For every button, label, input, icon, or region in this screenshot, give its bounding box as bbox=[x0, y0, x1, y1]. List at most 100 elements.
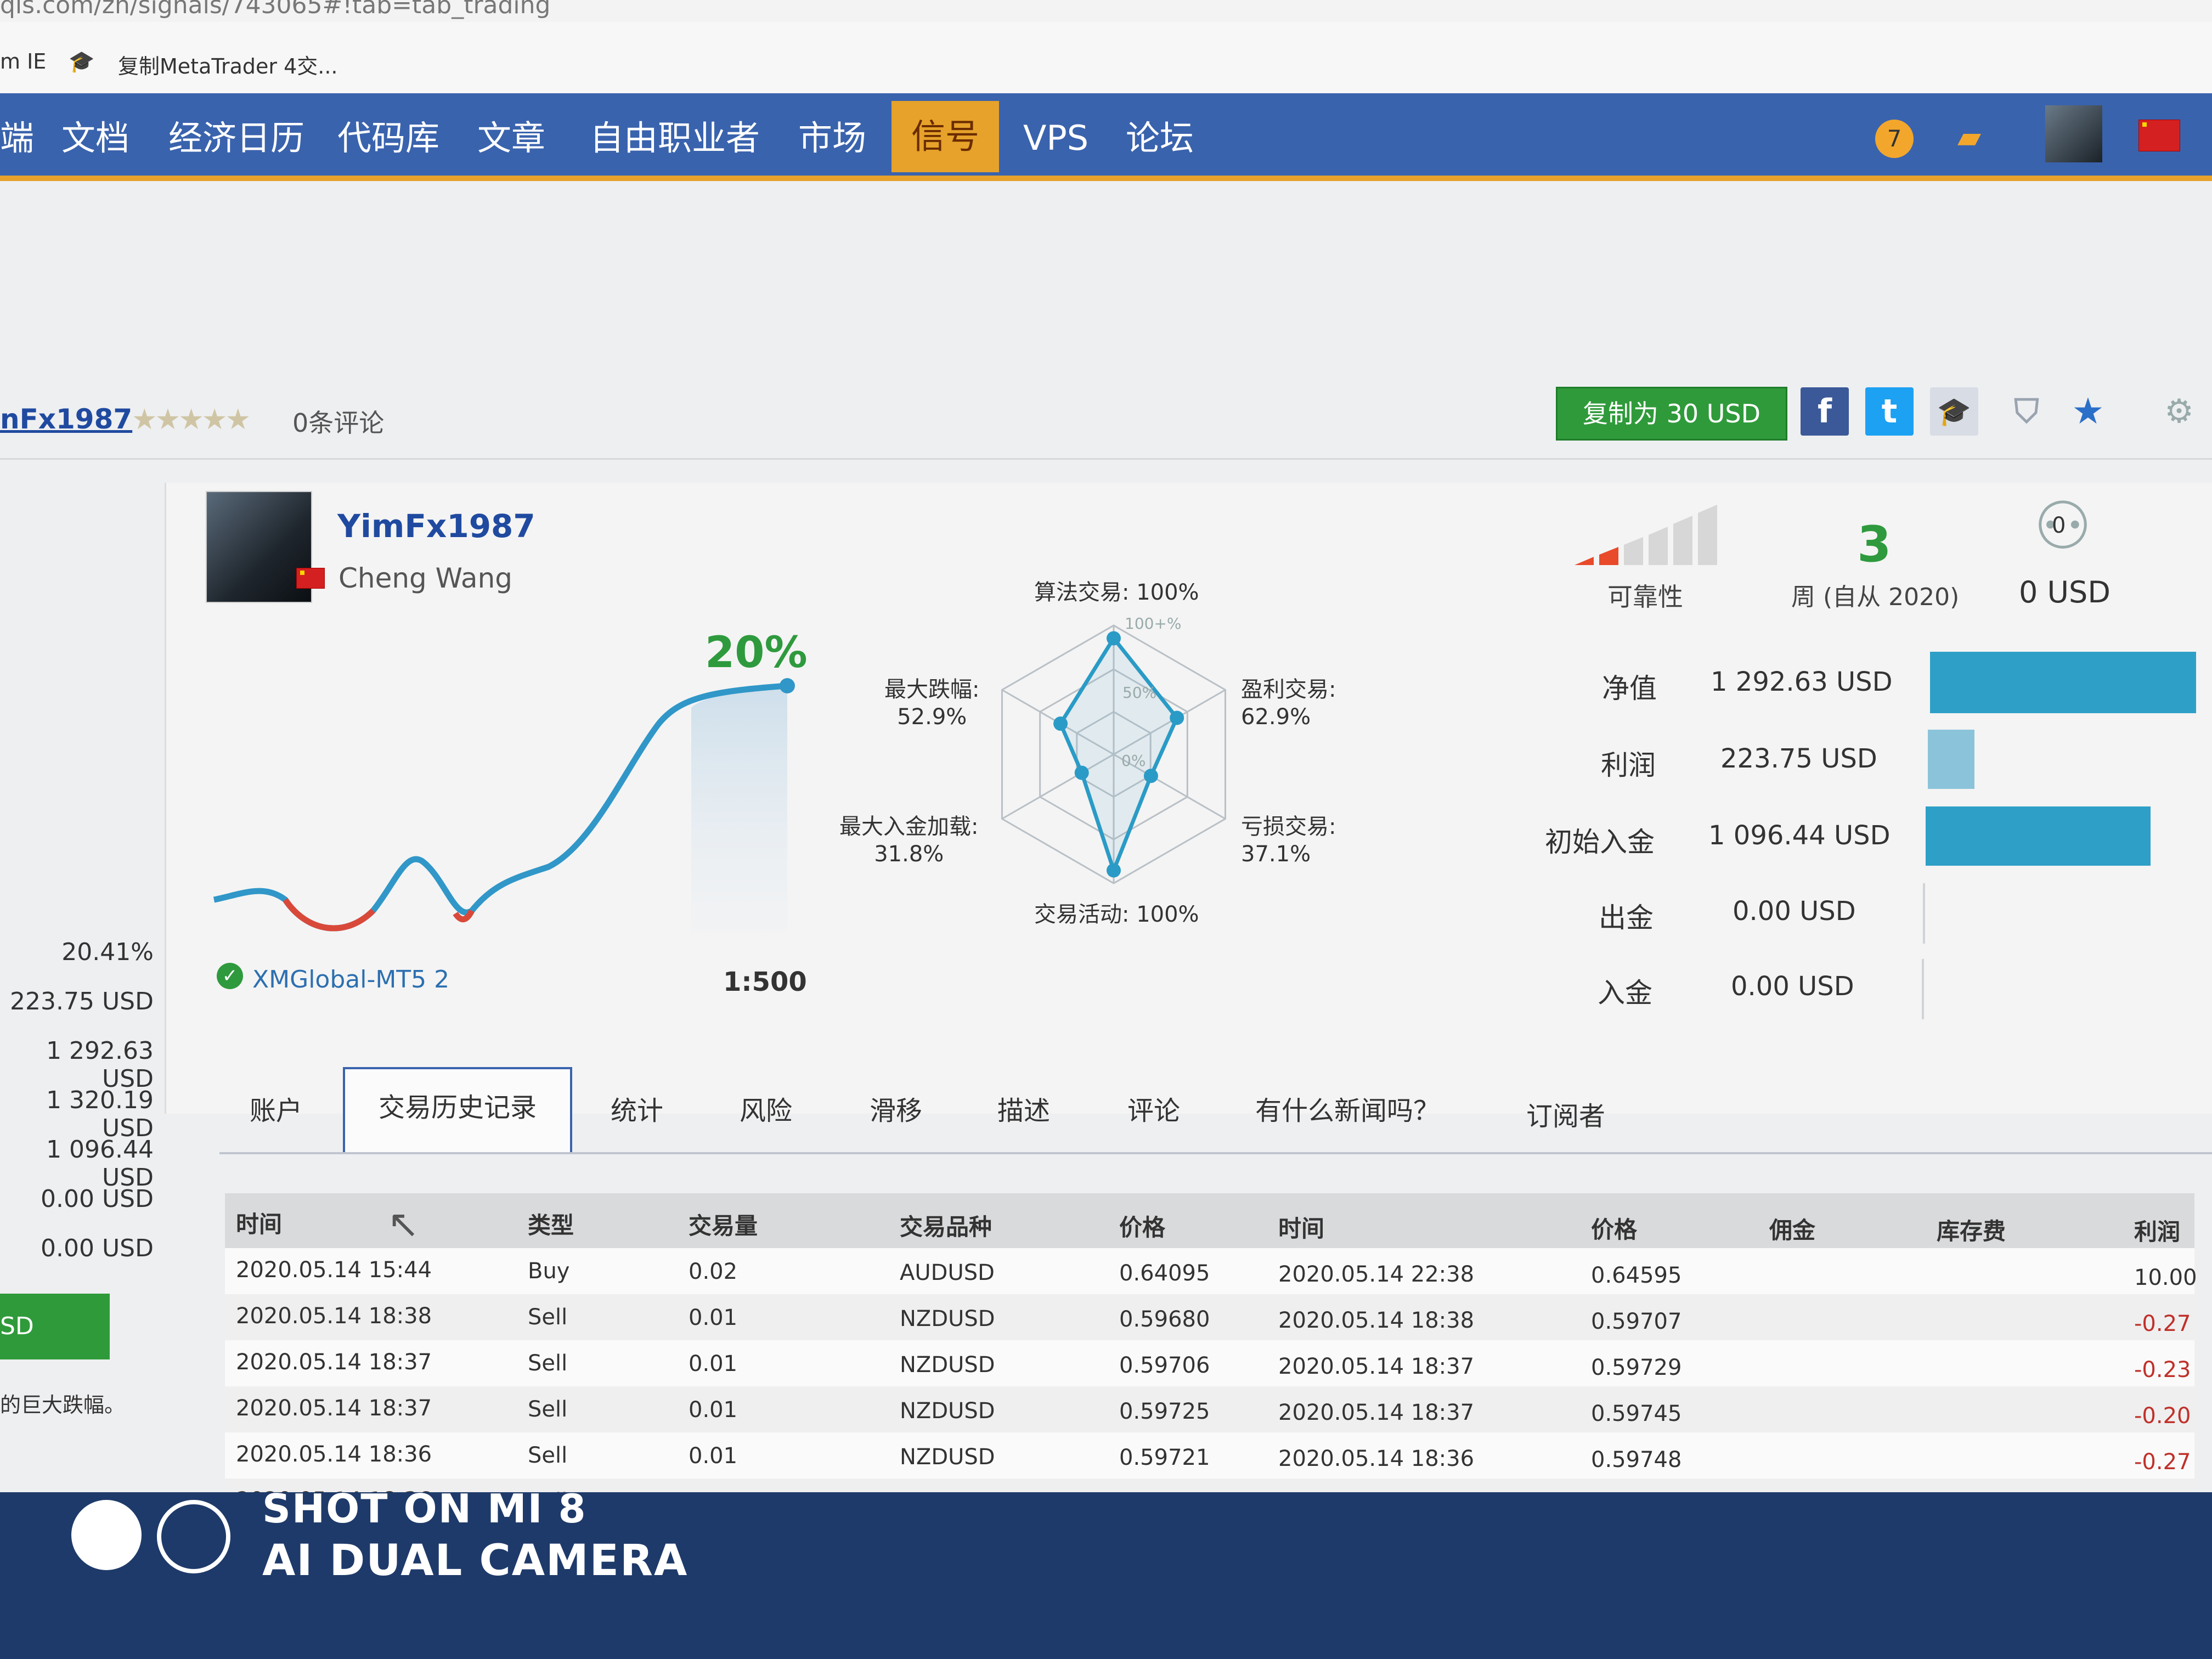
main-nav: 端 文档 经济日历 代码库 文章 自由职业者 市场 信号 VPS 论坛 7 ▰ bbox=[0, 93, 2212, 181]
reliability-label: 可靠性 bbox=[1607, 582, 1683, 612]
table-cell: 2020.05.14 22:38 bbox=[1278, 1262, 1475, 1287]
subscribers-usd: 0 USD bbox=[2019, 575, 2111, 610]
table-cell: 0.64595 bbox=[1591, 1262, 1682, 1288]
tab-description[interactable]: 描述 bbox=[997, 1089, 1050, 1127]
table-cell: 0.01 bbox=[689, 1351, 738, 1377]
stat-bar-deposit-axis bbox=[1922, 959, 1924, 1019]
radar-tick-50: 50% bbox=[1122, 684, 1157, 702]
tab-slippage[interactable]: 滑移 bbox=[870, 1089, 922, 1127]
user-avatar[interactable] bbox=[2045, 105, 2102, 162]
left-note: 的巨大跌幅。 bbox=[0, 1393, 126, 1417]
table-cell: 0.59748 bbox=[1591, 1447, 1682, 1472]
tab-account[interactable]: 账户 bbox=[250, 1089, 302, 1127]
stat-value-initial-deposit: 1 096.44 USD bbox=[1708, 820, 1891, 851]
radar-label-max-drawdown: 最大跌幅: 52.9% bbox=[884, 677, 980, 730]
broker-name[interactable]: XMGlobal-MT5 2 bbox=[252, 966, 449, 994]
nav-item-calendar[interactable]: 经济日历 bbox=[168, 111, 304, 166]
graduation-cap-icon: 🎓 bbox=[69, 49, 95, 74]
growth-percent: 20% bbox=[705, 628, 808, 678]
gear-icon[interactable]: ⚙ bbox=[2155, 387, 2203, 436]
table-cell: AUDUSD bbox=[900, 1260, 995, 1285]
radar-point bbox=[1074, 765, 1089, 780]
tab-risks[interactable]: 风险 bbox=[740, 1089, 792, 1127]
table-header-cell[interactable]: 类型 bbox=[528, 1207, 574, 1240]
table-cell: 0.02 bbox=[689, 1259, 738, 1285]
table-header-cell[interactable]: 价格 bbox=[1591, 1211, 1637, 1245]
tab-statistics[interactable]: 统计 bbox=[611, 1089, 663, 1127]
table-header-cell[interactable]: 交易品种 bbox=[900, 1209, 992, 1242]
facebook-icon[interactable]: f bbox=[1801, 387, 1849, 436]
radar-tick-0: 0% bbox=[1121, 752, 1146, 770]
nav-item-market[interactable]: 市场 bbox=[798, 111, 866, 166]
nav-item-docs[interactable]: 文档 bbox=[61, 111, 129, 166]
radar-point bbox=[1170, 710, 1184, 725]
table-cell: 10.00 bbox=[2134, 1265, 2197, 1291]
rating-stars[interactable]: ★★★★★ bbox=[132, 403, 251, 436]
table-header-cell[interactable]: 时间 bbox=[1278, 1210, 1324, 1244]
left-stat-deposit: 1 096.44 USD bbox=[46, 1136, 154, 1192]
table-header-cell[interactable]: 佣金 bbox=[1769, 1212, 1815, 1245]
table-header-cell[interactable]: 价格 bbox=[1119, 1209, 1165, 1243]
table-cell: -0.27 bbox=[2134, 1311, 2191, 1337]
nav-item-signals[interactable]: 信号 bbox=[891, 101, 1000, 172]
table-header-cell[interactable]: 时间 bbox=[236, 1206, 282, 1239]
notification-badge[interactable]: 7 bbox=[1875, 120, 1914, 158]
tab-trade-history[interactable]: 交易历史记录 bbox=[343, 1067, 572, 1154]
watermark-line2: AI DUAL CAMERA bbox=[262, 1536, 689, 1585]
nav-item-forum[interactable]: 论坛 bbox=[1126, 111, 1194, 166]
stat-bar-initial-deposit bbox=[1926, 806, 2151, 866]
camera-dot-filled-icon bbox=[71, 1500, 142, 1570]
table-header-cell[interactable]: 利润 bbox=[2134, 1214, 2180, 1247]
china-flag-icon[interactable] bbox=[2138, 120, 2180, 151]
table-cell: 2020.05.14 18:37 bbox=[236, 1350, 432, 1375]
signal-name-link[interactable]: nFx1987 bbox=[0, 403, 132, 435]
table-cell: 0.01 bbox=[689, 1305, 738, 1331]
twitter-icon[interactable]: t bbox=[1865, 387, 1914, 436]
address-bar[interactable]: qls.com/zh/signals/743065#!tab=tab_tradi… bbox=[0, 0, 2212, 23]
left-copy-button[interactable]: SD bbox=[0, 1294, 110, 1359]
left-stat-growth: 20.41% bbox=[61, 938, 154, 966]
favorite-star-icon[interactable]: ★ bbox=[2064, 387, 2112, 436]
watermark-line1: SHOT ON MI 8 bbox=[262, 1486, 587, 1532]
table-header-cell[interactable]: 交易量 bbox=[689, 1207, 758, 1241]
tab-subscribers[interactable]: 订阅者 bbox=[1526, 1094, 1605, 1133]
tab-reviews[interactable]: 评论 bbox=[1127, 1089, 1180, 1127]
stat-value-deposit: 0.00 USD bbox=[1731, 971, 1854, 1002]
table-cell: 2020.05.14 18:37 bbox=[236, 1396, 432, 1421]
stat-label-equity: 净值 bbox=[1602, 673, 1657, 704]
table-cell: 0.59721 bbox=[1119, 1445, 1210, 1471]
table-header-cell[interactable]: 库存费 bbox=[1937, 1213, 2006, 1246]
radar-point bbox=[1053, 716, 1068, 731]
shield-icon[interactable]: ⛉ bbox=[2002, 387, 2051, 436]
table-cell: -0.23 bbox=[2134, 1357, 2191, 1383]
stat-label-withdrawal: 出金 bbox=[1599, 902, 1654, 934]
table-cell: 2020.05.14 18:37 bbox=[1278, 1354, 1475, 1379]
stat-value-withdrawal: 0.00 USD bbox=[1733, 896, 1856, 927]
growth-chart bbox=[213, 678, 795, 933]
stat-bar-withdrawal-axis bbox=[1923, 883, 1925, 944]
bookmark-ie[interactable]: m IE bbox=[0, 49, 46, 74]
nav-item-articles[interactable]: 文章 bbox=[477, 111, 545, 166]
nav-item-vps[interactable]: VPS bbox=[1023, 111, 1088, 166]
table-cell: 0.01 bbox=[689, 1397, 738, 1423]
growth-area bbox=[691, 686, 787, 933]
table-cell: 2020.05.14 18:38 bbox=[236, 1304, 432, 1329]
stat-bar-profit bbox=[1928, 730, 1974, 789]
table-cell: Sell bbox=[528, 1304, 568, 1330]
copy-signal-button[interactable]: 复制为 30 USD bbox=[1556, 387, 1787, 441]
tab-news[interactable]: 有什么新闻吗？ bbox=[1255, 1089, 1440, 1127]
profile-username[interactable]: YimFx1987 bbox=[337, 507, 535, 545]
nav-item-freelance[interactable]: 自由职业者 bbox=[590, 111, 760, 166]
weeks-count: 3 bbox=[1857, 516, 1892, 573]
review-count[interactable]: 0条评论 bbox=[292, 403, 384, 439]
chat-bubbles-icon[interactable]: ▰ bbox=[1957, 120, 1996, 158]
graduation-cap-share-icon[interactable]: 🎓 bbox=[1930, 387, 1978, 436]
table-cell: 0.01 bbox=[689, 1443, 738, 1469]
bookmark-metatrader[interactable]: 复制MetaTrader 4交... bbox=[118, 49, 338, 80]
table-cell: Buy bbox=[528, 1258, 570, 1284]
table-cell: 0.59680 bbox=[1119, 1307, 1210, 1333]
stat-bar-equity bbox=[1930, 652, 2196, 713]
table-cell: 0.64095 bbox=[1119, 1261, 1210, 1286]
nav-item-terminal[interactable]: 端 bbox=[0, 111, 34, 166]
nav-item-codebase[interactable]: 代码库 bbox=[337, 111, 439, 166]
